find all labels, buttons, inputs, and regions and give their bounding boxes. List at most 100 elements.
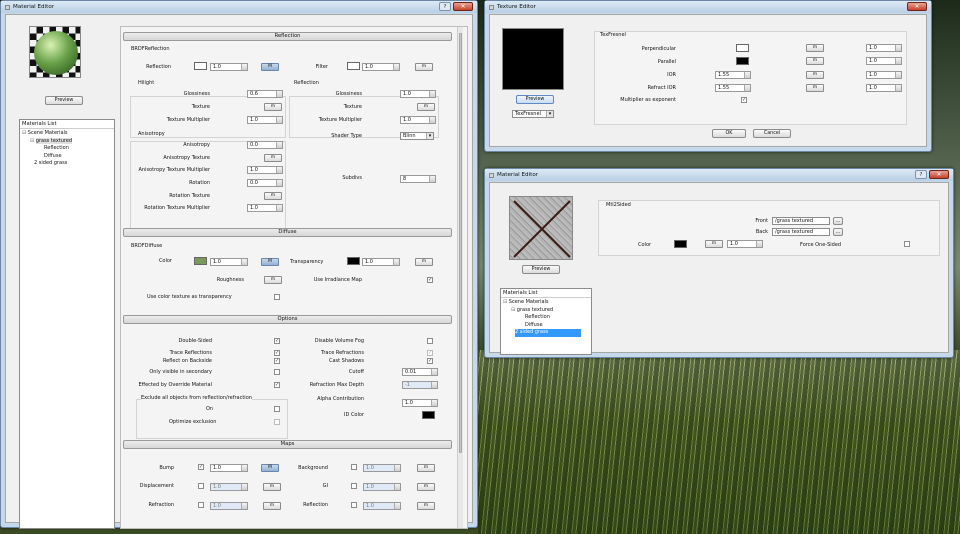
section-reflection[interactable]: Reflection: [123, 32, 452, 41]
diffuse-multiplier[interactable]: 1.0: [210, 258, 248, 266]
back-browse-button[interactable]: ...: [833, 228, 843, 236]
ior-map-button[interactable]: m: [806, 71, 824, 79]
front-field[interactable]: /grass textured: [772, 217, 830, 225]
refract-ior-input[interactable]: 1.55: [715, 84, 751, 92]
cutoff-input[interactable]: 0.01: [402, 368, 438, 376]
rotation-texture-map-button[interactable]: m: [264, 192, 282, 200]
alpha-contribution-input[interactable]: 1.0: [402, 399, 438, 407]
filter-multiplier[interactable]: 1.0: [362, 63, 400, 71]
bump-input[interactable]: 1.0: [210, 464, 248, 472]
roughness-map-button[interactable]: m: [264, 276, 282, 284]
refract-ior-map-button[interactable]: m: [806, 84, 824, 92]
section-options[interactable]: Options: [123, 315, 452, 324]
perpendicular-color-swatch[interactable]: [736, 44, 749, 52]
section-diffuse[interactable]: Diffuse: [123, 228, 452, 237]
texture-reflection-map-button[interactable]: m: [417, 103, 435, 111]
refraction-input[interactable]: 1.0: [210, 502, 248, 510]
tree-item-diffuse[interactable]: Diffuse: [503, 322, 589, 330]
reflection-map-checkbox[interactable]: [351, 502, 357, 508]
perpendicular-multiplier[interactable]: 1.0: [866, 44, 902, 52]
help-button[interactable]: ?: [915, 170, 927, 179]
preview-button[interactable]: Preview: [516, 95, 554, 104]
reflection-multiplier[interactable]: 1.0: [210, 63, 248, 71]
tree-item-grass-textured[interactable]: ⊟ grass textured: [22, 137, 112, 146]
texture-type-select[interactable]: TexFresnel: [512, 110, 554, 118]
only-visible-secondary-checkbox[interactable]: [274, 369, 280, 375]
glossiness-reflection-input[interactable]: 1.0: [400, 90, 436, 98]
bump-map-button[interactable]: M: [261, 464, 279, 472]
tree-item-2-sided-grass[interactable]: 2 sided grass: [515, 329, 581, 337]
filter-color-swatch[interactable]: [347, 62, 360, 70]
refraction-max-depth-input[interactable]: -1: [402, 381, 438, 389]
background-input[interactable]: 1.0: [363, 464, 401, 472]
double-sided-checkbox[interactable]: ✓: [274, 338, 280, 344]
tree-item-2-sided-grass[interactable]: 2 sided grass: [22, 160, 112, 168]
reflection-map-map-button[interactable]: m: [417, 502, 435, 510]
diffuse-color-swatch[interactable]: [194, 257, 207, 265]
color-map-button[interactable]: m: [705, 240, 723, 248]
effected-by-override-checkbox[interactable]: ✓: [274, 382, 280, 388]
front-browse-button[interactable]: ...: [833, 217, 843, 225]
tree-item-scene-materials[interactable]: ⊟ Scene Materials: [503, 299, 589, 307]
anisotropy-texture-multiplier-input[interactable]: 1.0: [247, 166, 283, 174]
refraction-map-button[interactable]: m: [263, 502, 281, 510]
parallel-multiplier[interactable]: 1.0: [866, 57, 902, 65]
transparency-color-swatch[interactable]: [347, 257, 360, 265]
perpendicular-map-button[interactable]: m: [806, 44, 824, 52]
tree-item-scene-materials[interactable]: ⊟ Scene Materials: [22, 130, 112, 138]
diffuse-map-button[interactable]: M: [261, 258, 279, 266]
back-field[interactable]: /grass textured: [772, 228, 830, 236]
trace-refractions-checkbox[interactable]: ✓: [427, 350, 433, 356]
trace-reflections-checkbox[interactable]: ✓: [274, 350, 280, 356]
tree-item-reflection[interactable]: Reflection: [22, 145, 112, 153]
transparency-multiplier[interactable]: 1.0: [362, 258, 400, 266]
force-one-sided-checkbox[interactable]: [904, 241, 910, 247]
tree-item-diffuse[interactable]: Diffuse: [22, 153, 112, 161]
refract-ior-multiplier[interactable]: 1.0: [866, 84, 902, 92]
transparency-map-button[interactable]: m: [415, 258, 433, 266]
reflection-map-input[interactable]: 1.0: [363, 502, 401, 510]
tree-item-grass-textured[interactable]: ⊟ grass textured: [503, 307, 589, 315]
cast-shadows-checkbox[interactable]: ✓: [427, 358, 433, 364]
ior-input[interactable]: 1.55: [715, 71, 751, 79]
texture-multiplier-hilight-input[interactable]: 1.0: [247, 116, 283, 124]
reflect-on-backside-checkbox[interactable]: ✓: [274, 358, 280, 364]
ok-button[interactable]: OK: [712, 129, 746, 138]
background-map-button[interactable]: m: [417, 464, 435, 472]
properties-scrollbar[interactable]: [457, 27, 463, 528]
displacement-map-button[interactable]: m: [263, 483, 281, 491]
reflection-map-button[interactable]: M: [261, 63, 279, 71]
ior-multiplier[interactable]: 1.0: [866, 71, 902, 79]
multiplier-as-exponent-checkbox[interactable]: ✓: [741, 97, 747, 103]
id-color-swatch[interactable]: [422, 411, 435, 419]
disable-volume-fog-checkbox[interactable]: [427, 338, 433, 344]
parallel-color-swatch[interactable]: [736, 57, 749, 65]
preview-button[interactable]: Preview: [522, 265, 560, 274]
close-button[interactable]: ✕: [453, 2, 473, 11]
texture-multiplier-reflection-input[interactable]: 1.0: [400, 116, 436, 124]
bump-checkbox[interactable]: ✓: [198, 464, 204, 470]
close-button[interactable]: ✕: [907, 2, 927, 11]
gi-map-button[interactable]: m: [417, 483, 435, 491]
color-multiplier[interactable]: 1.0: [727, 240, 763, 248]
gi-input[interactable]: 1.0: [363, 483, 401, 491]
texture-hilight-map-button[interactable]: m: [264, 103, 282, 111]
section-maps[interactable]: Maps: [123, 440, 452, 449]
refraction-checkbox[interactable]: [198, 502, 204, 508]
cancel-button[interactable]: Cancel: [753, 129, 791, 138]
reflection-color-swatch[interactable]: [194, 62, 207, 70]
close-button[interactable]: ✕: [929, 170, 949, 179]
optimize-exclusion-checkbox[interactable]: [274, 419, 280, 425]
tree-item-reflection[interactable]: Reflection: [503, 314, 589, 322]
gi-checkbox[interactable]: [351, 483, 357, 489]
color-swatch[interactable]: [674, 240, 687, 248]
use-irradiance-map-checkbox[interactable]: ✓: [427, 277, 433, 283]
displacement-checkbox[interactable]: [198, 483, 204, 489]
rotation-texture-multiplier-input[interactable]: 1.0: [247, 204, 283, 212]
background-checkbox[interactable]: [351, 464, 357, 470]
preview-button[interactable]: Preview: [45, 96, 83, 105]
shader-type-select[interactable]: Blinn: [400, 132, 434, 140]
parallel-map-button[interactable]: m: [806, 57, 824, 65]
anisotropy-texture-map-button[interactable]: m: [264, 154, 282, 162]
subdivs-input[interactable]: 8: [400, 175, 436, 183]
